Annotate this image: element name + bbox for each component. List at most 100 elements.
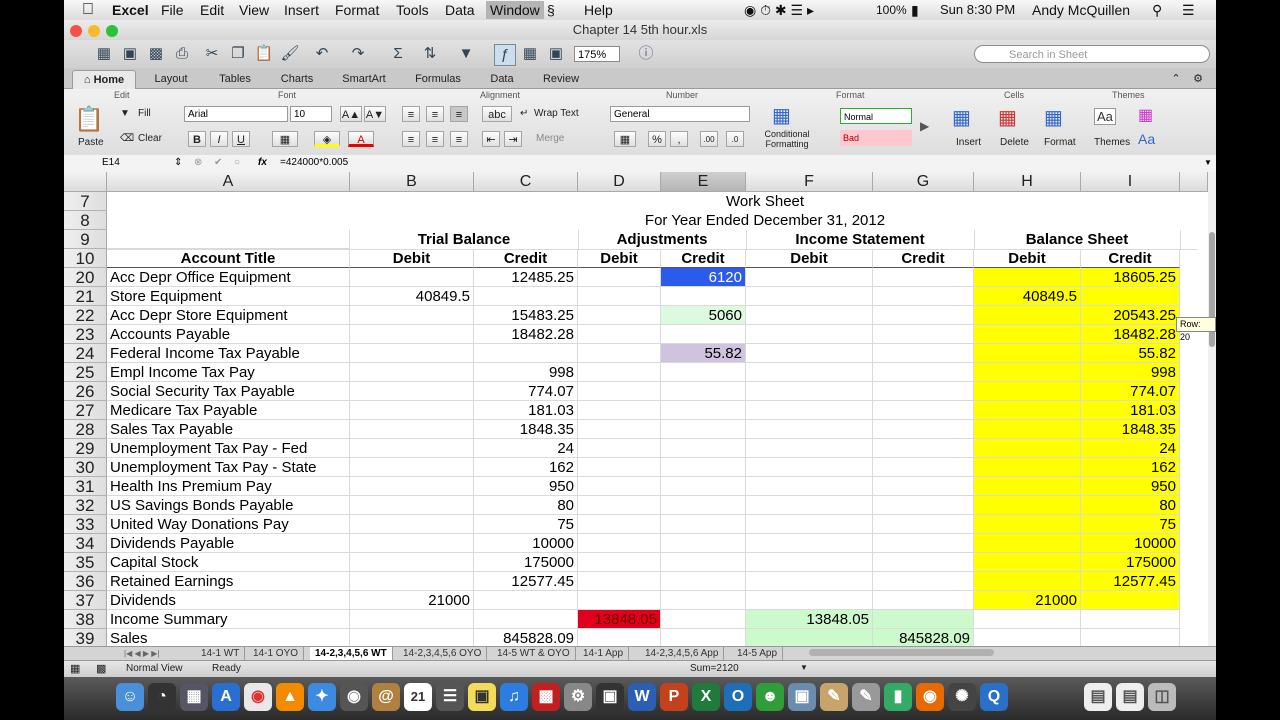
- cell-inc-debit[interactable]: [746, 515, 873, 534]
- battery-level[interactable]: 100%: [876, 1, 907, 19]
- powerpoint-icon[interactable]: P: [660, 683, 688, 711]
- cell-trial-credit[interactable]: 998: [474, 363, 578, 382]
- cell-account[interactable]: Unemployment Tax Pay - Fed: [107, 439, 350, 458]
- cell-adj-credit[interactable]: [661, 382, 746, 401]
- cell-adj-credit[interactable]: [661, 401, 746, 420]
- cell-account[interactable]: Health Ins Premium Pay: [107, 477, 350, 496]
- cell-trial-credit[interactable]: [474, 344, 578, 363]
- column-header-c[interactable]: C: [474, 172, 578, 192]
- cell-inc-debit[interactable]: [746, 553, 873, 572]
- downloads-icon[interactable]: ▤: [1116, 683, 1144, 711]
- cell-inc-credit[interactable]: [873, 591, 974, 610]
- row-header[interactable]: 39: [64, 629, 107, 646]
- cell-adj-credit[interactable]: [661, 534, 746, 553]
- fill-color-icon[interactable]: ◈: [314, 131, 340, 147]
- tab-smartart[interactable]: SmartArt: [332, 70, 396, 88]
- cell-trial-debit[interactable]: [350, 306, 474, 325]
- cell-account[interactable]: Sales Tax Payable: [107, 420, 350, 439]
- cell-bal-credit[interactable]: [1081, 629, 1180, 646]
- cell-account[interactable]: Acc Depr Store Equipment: [107, 306, 350, 325]
- font-color-icon[interactable]: A: [348, 131, 374, 147]
- contacts-icon[interactable]: @: [372, 683, 400, 711]
- borders-icon[interactable]: ▦: [272, 131, 298, 147]
- income-statement-header[interactable]: Income Statement: [746, 230, 975, 249]
- cell-bal-debit[interactable]: [974, 382, 1081, 401]
- column-header-b[interactable]: B: [350, 172, 474, 192]
- tab-layout[interactable]: Layout: [140, 70, 202, 88]
- cell-bal-credit[interactable]: 75: [1081, 515, 1180, 534]
- cell-inc-debit[interactable]: [746, 268, 873, 287]
- wrap-text-button[interactable]: Wrap Text: [534, 108, 579, 119]
- menu-file[interactable]: File: [161, 1, 184, 19]
- name-box[interactable]: E14: [68, 155, 180, 171]
- cell-inc-credit[interactable]: [873, 420, 974, 439]
- cell-trial-debit[interactable]: [350, 325, 474, 344]
- cell-bal-debit[interactable]: [974, 363, 1081, 382]
- sheet-tab[interactable]: 14-5 App: [732, 647, 784, 661]
- increase-decimal-icon[interactable]: .00: [700, 131, 718, 147]
- cell-bal-debit[interactable]: [974, 534, 1081, 553]
- system-preferences-icon[interactable]: ⚙: [564, 683, 592, 711]
- cell-inc-credit[interactable]: [873, 325, 974, 344]
- search-input[interactable]: Search in Sheet: [974, 45, 1210, 63]
- messenger-icon[interactable]: ☻: [756, 683, 784, 711]
- cell-trial-debit[interactable]: [350, 572, 474, 591]
- cell-bal-debit[interactable]: [974, 515, 1081, 534]
- grapher-icon[interactable]: ✎: [852, 683, 880, 711]
- calendar-icon[interactable]: 21: [404, 683, 432, 711]
- cell-adj-credit[interactable]: 55.82: [661, 344, 746, 363]
- sheet-tab[interactable]: 14-1 WT: [196, 647, 246, 661]
- battery-icon[interactable]: ▮: [911, 1, 919, 19]
- cell-adj-debit[interactable]: [578, 439, 661, 458]
- column-header-e[interactable]: E: [661, 172, 746, 192]
- cell-adj-debit[interactable]: [578, 477, 661, 496]
- trial-debit-header[interactable]: Debit: [350, 249, 474, 268]
- cell-bal-credit[interactable]: 1848.35: [1081, 420, 1180, 439]
- cell-bal-credit[interactable]: [1081, 591, 1180, 610]
- sheet-tab[interactable]: 14-2,3,4,5,6 OYO: [398, 647, 488, 661]
- cell-adj-credit[interactable]: [661, 363, 746, 382]
- cell-inc-credit[interactable]: [873, 477, 974, 496]
- cell-adj-debit[interactable]: [578, 287, 661, 306]
- cell-inc-credit[interactable]: [873, 344, 974, 363]
- underline-button[interactable]: U: [232, 131, 250, 147]
- cell-bal-credit[interactable]: 80: [1081, 496, 1180, 515]
- cell-bal-debit[interactable]: [974, 325, 1081, 344]
- chrome-icon[interactable]: ◉: [244, 683, 272, 711]
- cell-account[interactable]: Dividends: [107, 591, 350, 610]
- cell-adj-credit[interactable]: [661, 477, 746, 496]
- cell-trial-credit[interactable]: 774.07: [474, 382, 578, 401]
- firefox-icon[interactable]: ◉: [916, 683, 944, 711]
- row-header[interactable]: 28: [64, 420, 107, 439]
- tab-data[interactable]: Data: [472, 70, 532, 88]
- cell-inc-debit[interactable]: [746, 363, 873, 382]
- sheet-tab[interactable]: 14-1 OYO: [248, 647, 305, 661]
- cell-adj-debit[interactable]: [578, 572, 661, 591]
- app-store-icon[interactable]: A: [212, 683, 240, 711]
- menu-data[interactable]: Data: [445, 1, 475, 19]
- worksheet-period[interactable]: For Year Ended December 31, 2012: [350, 211, 1180, 230]
- menu-format[interactable]: Format: [335, 1, 379, 19]
- formula-input[interactable]: =424000*0.005: [280, 155, 348, 171]
- cell-inc-debit[interactable]: 13848.05: [746, 610, 873, 629]
- menu-tools[interactable]: Tools: [396, 1, 429, 19]
- mission-control-icon[interactable]: ▦: [180, 683, 208, 711]
- copy-icon[interactable]: ❐: [228, 44, 248, 64]
- quicktime-icon[interactable]: Q: [980, 683, 1008, 711]
- cell-adj-debit[interactable]: [578, 325, 661, 344]
- document-icon[interactable]: ▤: [1084, 683, 1112, 711]
- monitor-icon[interactable]: ▣: [596, 683, 624, 711]
- adj-debit-header[interactable]: Debit: [578, 249, 661, 268]
- cell-inc-credit[interactable]: [873, 572, 974, 591]
- menu-window[interactable]: Window: [486, 1, 544, 19]
- cell-adj-debit[interactable]: [578, 496, 661, 515]
- row-header[interactable]: 37: [64, 591, 107, 610]
- cell-inc-debit[interactable]: [746, 439, 873, 458]
- inc-credit-header[interactable]: Credit: [873, 249, 974, 268]
- italic-button[interactable]: I: [210, 131, 228, 147]
- photo-booth-icon[interactable]: ▩: [532, 683, 560, 711]
- cell-inc-credit[interactable]: [873, 363, 974, 382]
- row-header[interactable]: 26: [64, 382, 107, 401]
- trial-balance-header[interactable]: Trial Balance: [350, 230, 579, 249]
- cell-trial-credit[interactable]: [474, 287, 578, 306]
